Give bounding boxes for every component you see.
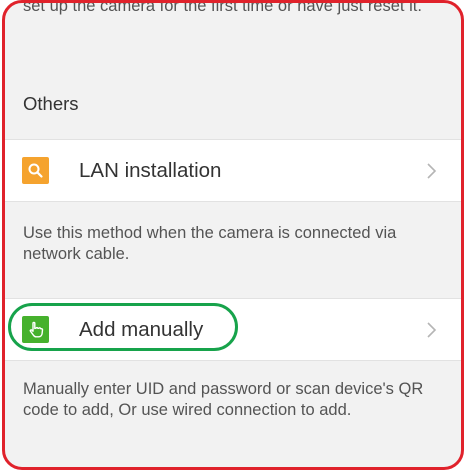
screen-frame: set up the camera for the first time or …	[2, 0, 464, 470]
lan-installation-label: LAN installation	[79, 159, 222, 182]
add-manually-item[interactable]: Add manually	[5, 298, 461, 361]
hand-pointer-icon	[22, 316, 49, 343]
chevron-right-icon	[425, 321, 439, 339]
lan-installation-description: Use this method when the camera is conne…	[23, 224, 397, 263]
search-icon	[22, 157, 49, 184]
section-title-others: Others	[23, 93, 79, 114]
add-manually-description: Manually enter UID and password or scan …	[23, 380, 424, 419]
chevron-right-icon	[425, 162, 439, 180]
intro-description: set up the camera for the first time or …	[23, 0, 422, 15]
add-manually-label: Add manually	[79, 318, 204, 341]
lan-installation-item[interactable]: LAN installation	[5, 139, 461, 202]
